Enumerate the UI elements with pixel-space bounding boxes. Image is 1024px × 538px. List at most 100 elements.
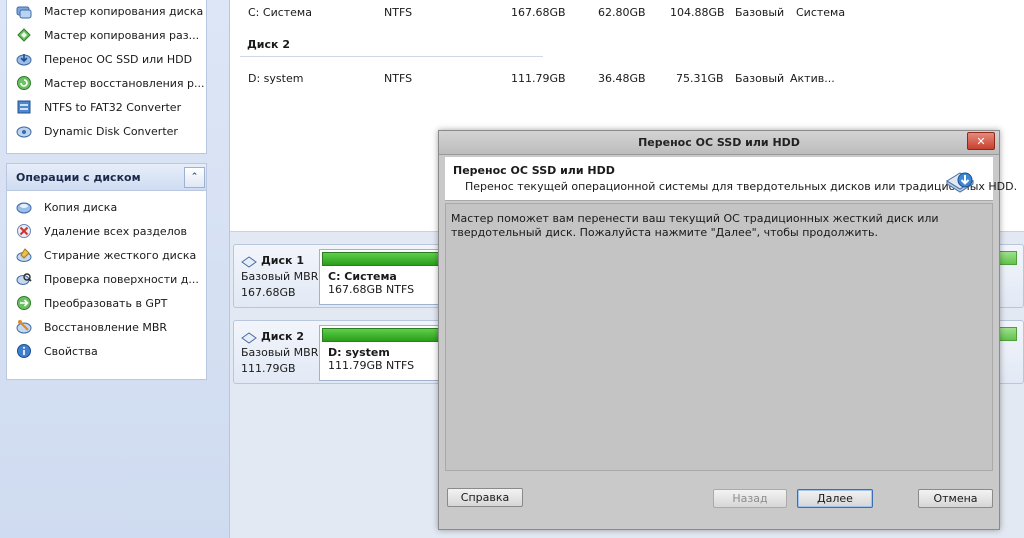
disk-size: 111.79GB	[241, 362, 296, 375]
cell-type: Базовый	[735, 72, 785, 85]
partition-detail: 111.79GB NTFS	[328, 359, 415, 372]
wizard-label: NTFS to FAT32 Converter	[44, 100, 182, 114]
dialog-header-subtitle: Перенос текущей операционной системы для…	[465, 180, 1018, 193]
collapse-button[interactable]: ⌃	[184, 166, 205, 188]
cell-capacity: 167.68GB	[511, 6, 566, 19]
cell-type: Базовый	[735, 6, 785, 19]
disk-type: Базовый MBR	[241, 270, 319, 283]
disk-operations-header: Операции с диском ⌃	[7, 164, 206, 191]
close-button[interactable]: ✕	[967, 132, 995, 150]
partition-copy-icon	[16, 27, 32, 43]
disk-copy-icon	[16, 199, 32, 215]
wizards-list: Мастер копирования диска Мастер копирова…	[7, 0, 206, 143]
wizard-label: Мастер копирования раз...	[44, 28, 200, 42]
wizard-disk-copy[interactable]: Мастер копирования диска	[7, 0, 206, 23]
disk-info: Диск 1 Базовый MBR 167.68GB	[241, 253, 318, 301]
table-row[interactable]: D: system NTFS 111.79GB 36.48GB 75.31GB …	[230, 68, 1024, 90]
wizard-label: Перенос ОС SSD или HDD	[44, 52, 193, 66]
disk-operations-panel: Операции с диском ⌃ Копия диска Удаление…	[6, 163, 207, 380]
cell-used: 36.48GB	[598, 72, 646, 85]
table-row[interactable]: C: Система NTFS 167.68GB 62.80GB 104.88G…	[230, 2, 1024, 24]
disk-name: Диск 2	[261, 330, 304, 343]
os-migrate-icon	[16, 51, 32, 67]
rebuild-mbr-icon	[16, 319, 32, 335]
dialog-header-title: Перенос ОС SSD или HDD	[453, 164, 615, 177]
dialog-title: Перенос ОС SSD или HDD	[638, 136, 800, 149]
info-icon	[16, 343, 32, 359]
disk-name-row: Диск 2	[241, 329, 318, 345]
cell-capacity: 111.79GB	[511, 72, 566, 85]
op-surface-test[interactable]: Проверка поверхности д...	[7, 267, 206, 291]
op-label: Восстановление MBR	[44, 320, 168, 334]
cell-unused: 104.88GB	[670, 6, 725, 19]
partition-recovery-icon	[16, 75, 32, 91]
op-disk-copy[interactable]: Копия диска	[7, 195, 206, 219]
sidebar: Мастер копирования диска Мастер копирова…	[0, 0, 230, 538]
disk-type: Базовый MBR	[241, 346, 319, 359]
dialog-body: Мастер поможет вам перенести ваш текущий…	[445, 203, 993, 471]
cancel-button[interactable]: Отмена	[918, 489, 993, 508]
disk-name: Диск 1	[261, 254, 304, 267]
wizard-partition-copy[interactable]: Мастер копирования раз...	[7, 23, 206, 47]
dialog-body-text: Мастер поможет вам перенести ваш текущий…	[451, 212, 939, 239]
partition-usage-bar	[999, 251, 1017, 265]
op-convert-gpt[interactable]: Преобразовать в GPT	[7, 291, 206, 315]
wizard-os-migrate[interactable]: Перенос ОС SSD или HDD	[7, 47, 206, 71]
wipe-disk-icon	[16, 247, 32, 263]
op-label: Стирание жесткого диска	[44, 248, 197, 262]
back-button[interactable]: Назад	[713, 489, 787, 508]
wizard-ntfs-fat32[interactable]: NTFS to FAT32 Converter	[7, 95, 206, 119]
dynamic-disk-icon	[16, 123, 32, 139]
op-rebuild-mbr[interactable]: Восстановление MBR	[7, 315, 206, 339]
heading-divider	[240, 56, 543, 57]
cell-fs: NTFS	[384, 72, 413, 85]
disk-icon	[241, 329, 257, 345]
op-label: Проверка поверхности д...	[44, 272, 199, 286]
wizards-panel: Мастер копирования диска Мастер копирова…	[6, 0, 207, 154]
close-icon: ✕	[976, 134, 986, 148]
op-wipe-disk[interactable]: Стирание жесткого диска	[7, 243, 206, 267]
disk-group-heading: Диск 2	[247, 38, 290, 51]
next-button[interactable]: Далее	[797, 489, 873, 508]
disk-operations-list: Копия диска Удаление всех разделов Стира…	[7, 191, 206, 363]
cell-used: 62.80GB	[598, 6, 646, 19]
chevron-up-icon: ⌃	[190, 171, 199, 182]
panel-title: Операции с диском	[16, 170, 141, 184]
disk-info: Диск 2 Базовый MBR 111.79GB	[241, 329, 318, 377]
ntfs-fat32-icon	[16, 99, 32, 115]
partition-name: C: Система	[328, 270, 397, 283]
cell-fs: NTFS	[384, 6, 413, 19]
delete-partitions-icon	[16, 223, 32, 239]
wizard-dynamic-disk[interactable]: Dynamic Disk Converter	[7, 119, 206, 143]
op-label: Удаление всех разделов	[44, 224, 187, 238]
disk-name-row: Диск 1	[241, 253, 318, 269]
disk-icon	[241, 253, 257, 269]
op-delete-partitions[interactable]: Удаление всех разделов	[7, 219, 206, 243]
wizard-label: Мастер копирования диска	[44, 4, 204, 18]
dialog-titlebar[interactable]: Перенос ОС SSD или HDD ✕	[439, 131, 999, 155]
cell-status: Актив...	[790, 72, 835, 85]
convert-gpt-icon	[16, 295, 32, 311]
op-label: Копия диска	[44, 200, 118, 214]
os-migrate-icon	[945, 165, 975, 195]
migrate-os-dialog: Перенос ОС SSD или HDD ✕ Перенос ОС SSD …	[438, 130, 1017, 530]
partition-name: D: system	[328, 346, 390, 359]
disk-copy-icon	[16, 3, 32, 19]
cell-status: Система	[796, 6, 846, 19]
cell-partition: C: Система	[248, 6, 312, 19]
op-label: Свойства	[44, 344, 98, 358]
wizard-label: Мастер восстановления р...	[44, 76, 205, 90]
op-properties[interactable]: Свойства	[7, 339, 206, 363]
dialog-header: Перенос ОС SSD или HDD Перенос текущей о…	[445, 157, 1017, 201]
partition-detail: 167.68GB NTFS	[328, 283, 415, 296]
disk-size: 167.68GB	[241, 286, 296, 299]
partition-usage-bar	[322, 252, 456, 266]
wizard-label: Dynamic Disk Converter	[44, 124, 178, 138]
partition-usage-bar	[999, 327, 1017, 341]
cell-partition: D: system	[248, 72, 304, 85]
wizard-partition-recovery[interactable]: Мастер восстановления р...	[7, 71, 206, 95]
partition-usage-bar	[322, 328, 456, 342]
cell-unused: 75.31GB	[676, 72, 724, 85]
help-button[interactable]: Справка	[447, 488, 523, 507]
surface-test-icon	[16, 271, 32, 287]
